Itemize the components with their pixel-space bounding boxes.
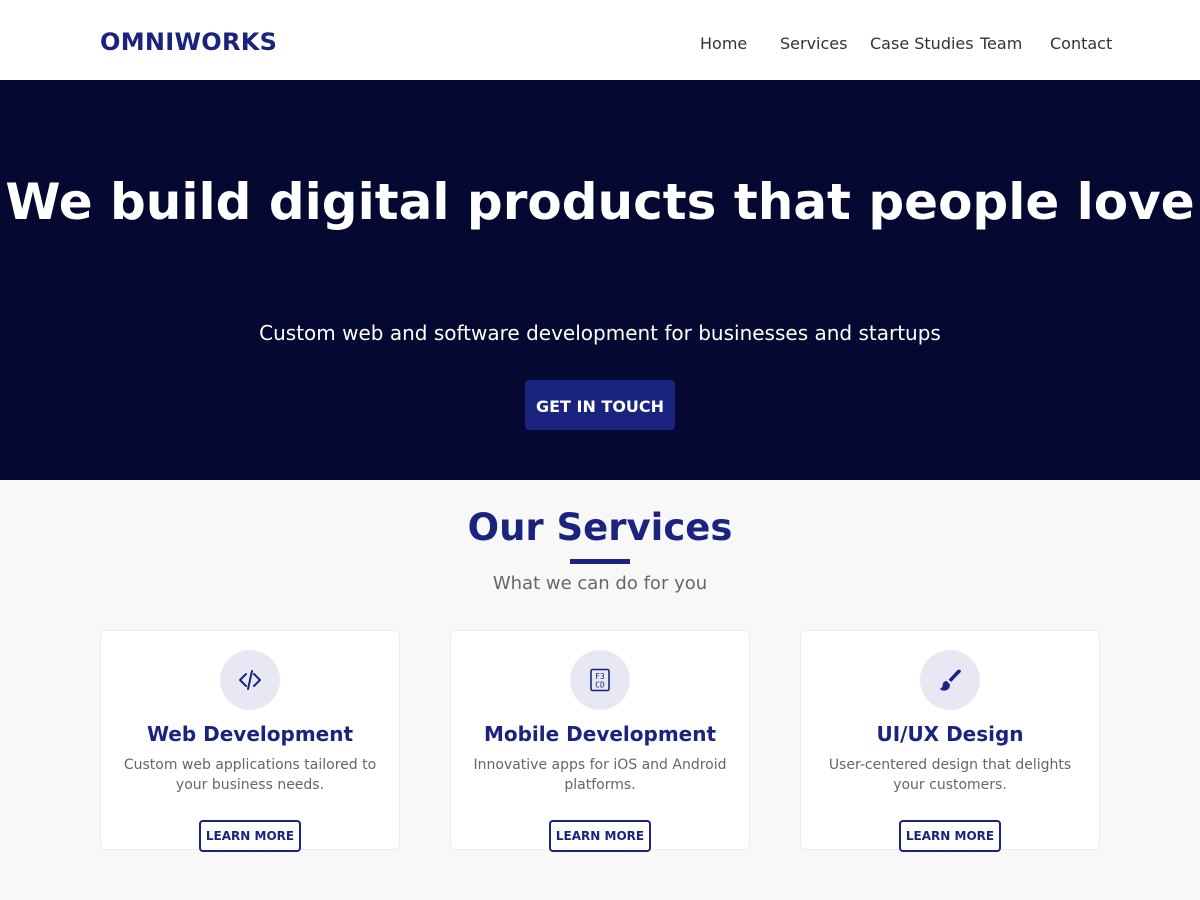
nav-link-home[interactable]: Home — [700, 34, 747, 54]
card-description: Innovative apps for iOS and Android plat… — [473, 757, 727, 793]
hero-subtitle: Custom web and software development for … — [259, 321, 941, 345]
learn-more-button[interactable]: LEARN MORE — [899, 820, 1001, 852]
nav-link-services[interactable]: Services — [780, 34, 847, 54]
service-card-mobile-development: F3 CD Mobile Development Innovative apps… — [450, 630, 750, 852]
nav-link-team[interactable]: Team — [980, 34, 1022, 54]
card-title: Mobile Development — [483, 722, 717, 746]
card-description: Custom web applications tailored to your… — [123, 757, 377, 793]
paintbrush-icon — [920, 650, 980, 710]
services-subtitle: What we can do for you — [492, 573, 708, 594]
brand-logo[interactable]: OMNIWORKS — [100, 27, 277, 57]
hero-section: We build digital products that people lo… — [0, 80, 1200, 480]
site-header: OMNIWORKS Home Services Case Studies Tea… — [0, 0, 1200, 80]
nav-link-contact[interactable]: Contact — [1050, 34, 1112, 54]
card-title: UI/UX Design — [876, 722, 1024, 746]
learn-more-button[interactable]: LEARN MORE — [199, 820, 301, 852]
service-card-ui-ux-design: UI/UX Design User-centered design that d… — [800, 630, 1100, 852]
title-underline — [570, 559, 630, 564]
card-title: Web Development — [146, 722, 354, 746]
mobile-icon: F3 CD — [570, 650, 630, 710]
learn-more-button[interactable]: LEARN MORE — [549, 820, 651, 852]
card-description: User-centered design that delights your … — [828, 757, 1072, 793]
hero-title: We build digital products that people lo… — [5, 173, 1195, 231]
svg-text:CD: CD — [595, 681, 605, 690]
code-icon — [220, 650, 280, 710]
service-card-web-development: Web Development Custom web applications … — [100, 630, 400, 852]
nav-link-case-studies[interactable]: Case Studies — [870, 34, 974, 54]
get-in-touch-button[interactable]: GET IN TOUCH — [525, 380, 675, 430]
services-title: Our Services — [467, 506, 733, 549]
